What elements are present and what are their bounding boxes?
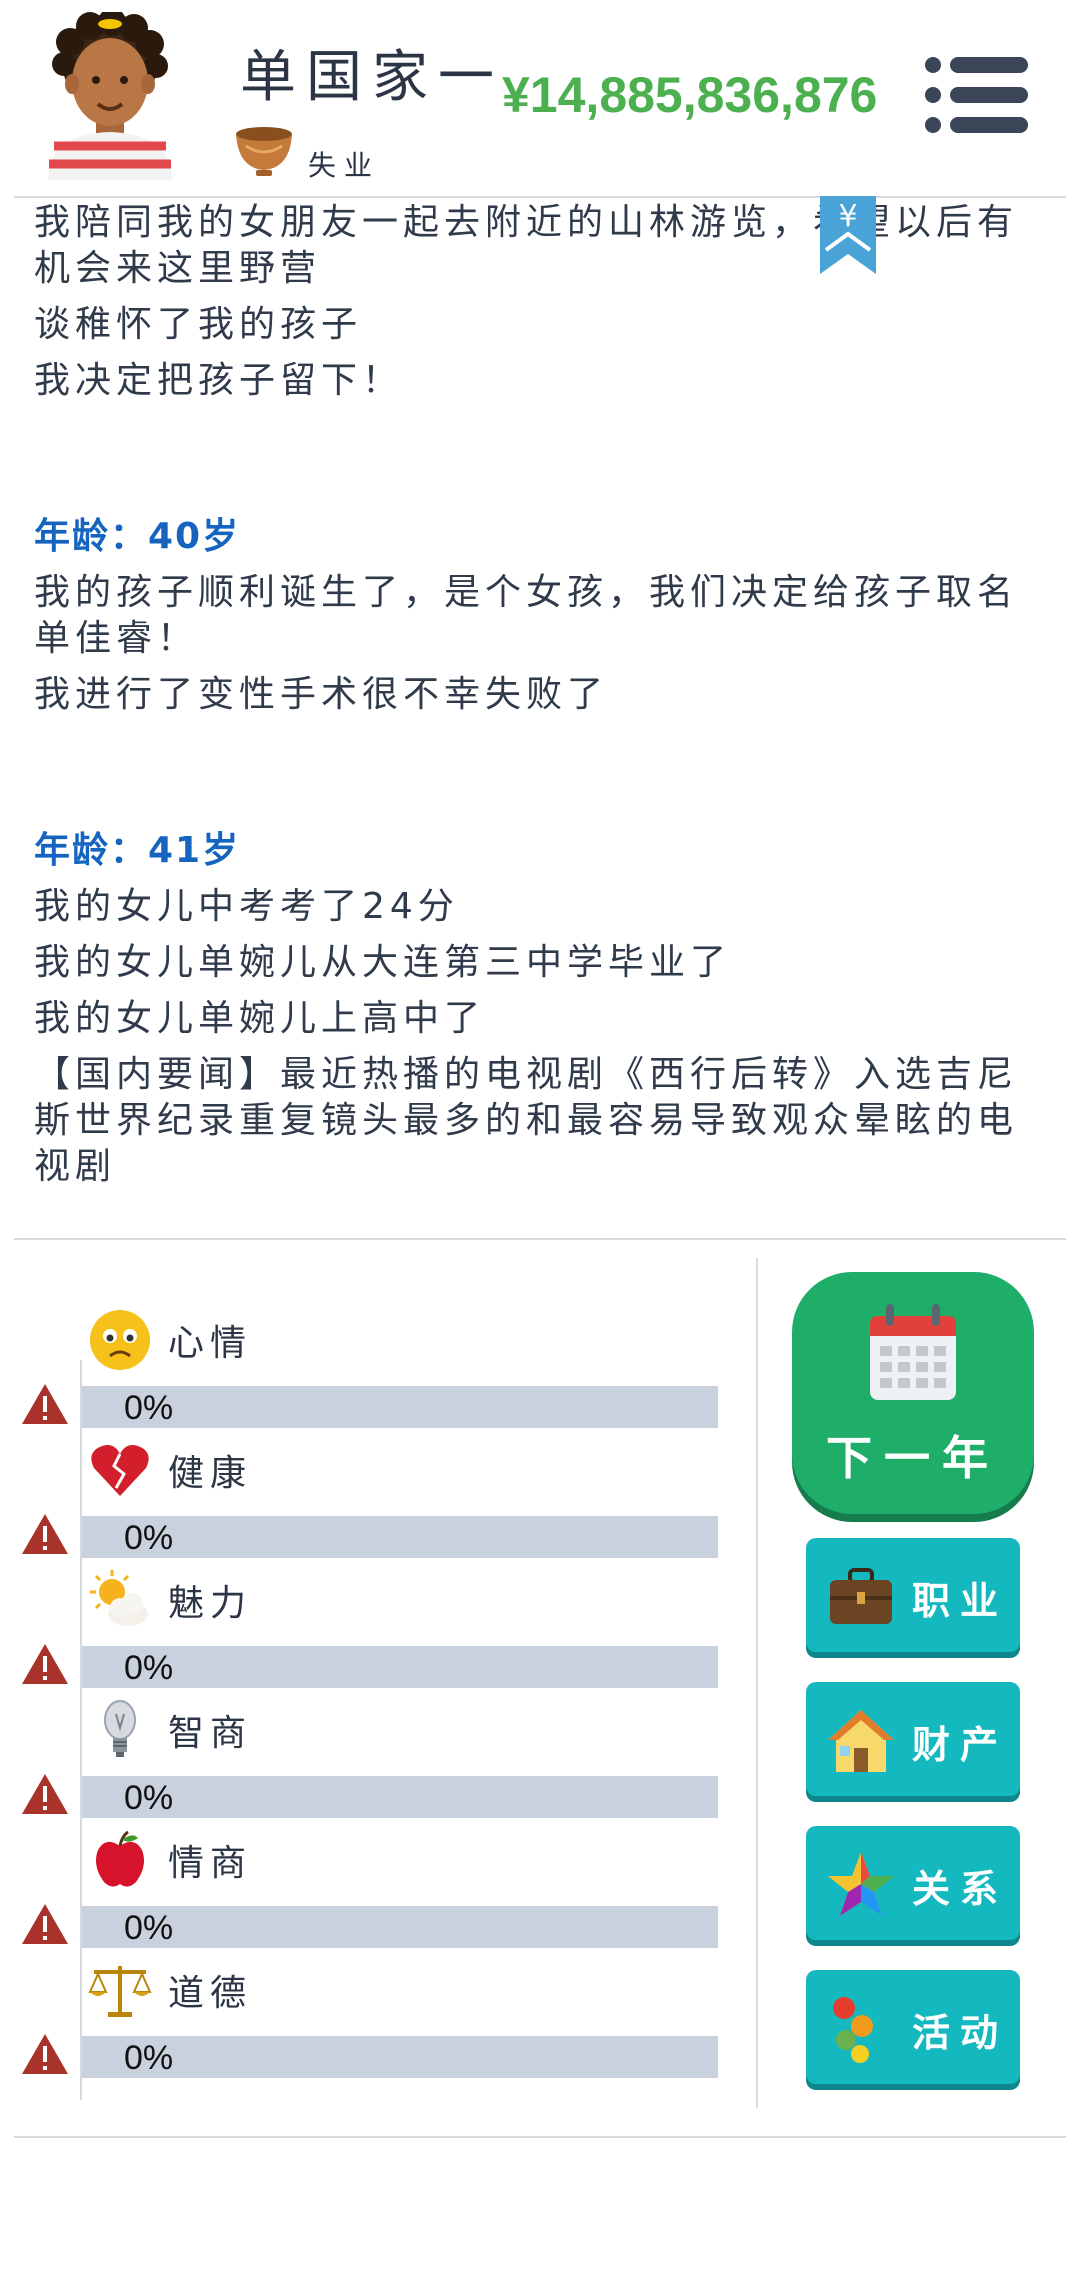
stat-label: 智商 [168, 1713, 253, 1754]
money-balance: ¥14,885,836,876 [502, 67, 878, 123]
log-entry: 我的女儿中考考了24分 [34, 886, 459, 927]
stats-panel: 心情 0% 健康 0% 魅力 0% 智商 0% 情商 0% 道德 0% [0, 1260, 750, 2100]
stat-bar [82, 1776, 718, 1818]
stat-label: 魅力 [168, 1583, 253, 1624]
stat-value: 0% [124, 1909, 174, 1947]
warning-icon [22, 1514, 68, 1554]
career-button[interactable]: 职业 [806, 1538, 1020, 1652]
age-heading: 年龄：40岁 [34, 516, 241, 557]
stat-value: 0% [124, 1779, 174, 1817]
warning-icon [22, 1774, 68, 1814]
stat-value: 0% [124, 1649, 174, 1687]
log-entry: 我决定把孩子留下！ [34, 360, 404, 401]
activities-button[interactable]: 活动 [806, 1970, 1020, 2084]
next-year-button[interactable]: 下一年 [792, 1272, 1034, 1514]
log-entry: 我进行了变性手术很不幸失败了 [34, 674, 609, 715]
stat-value: 0% [124, 1519, 174, 1557]
stat-label: 心情 [168, 1323, 253, 1364]
scales-icon [88, 1966, 152, 2017]
lightbulb-icon [104, 1700, 136, 1757]
life-event-log[interactable]: 我陪同我的女朋友一起去附近的山林游览，希望以后有机会来这里野营 谈稚怀了我的孩子… [34, 200, 1024, 1200]
relations-label: 关系 [912, 1867, 1009, 1911]
warning-icon [22, 1904, 68, 1944]
career-label: 职业 [912, 1579, 1009, 1623]
log-entry: 谈稚怀了我的孩子 [34, 304, 363, 345]
stat-charm: 魅力 0% [0, 1560, 740, 1690]
player-name: 单国家一 [240, 45, 504, 110]
sun-cloud-icon [90, 1570, 148, 1626]
property-button[interactable]: 财产 [806, 1682, 1020, 1796]
warning-icon [22, 1384, 68, 1424]
log-entry: 我的女儿单婉儿从大连第三中学毕业了 [34, 942, 732, 983]
stat-morality: 道德 0% [0, 1950, 740, 2080]
stat-value: 0% [124, 2039, 174, 2077]
stat-label: 情商 [168, 1843, 253, 1884]
stat-label: 健康 [168, 1453, 253, 1494]
stat-bar [82, 2036, 718, 2078]
next-year-label: 下一年 [826, 1431, 1000, 1485]
stat-bar [82, 1906, 718, 1948]
bowl-icon [236, 127, 292, 176]
calendar-icon [870, 1304, 956, 1400]
log-entry: 我的孩子顺利诞生了，是个女孩，我们决定给孩子取名单佳睿！ [34, 572, 1019, 659]
job-status: 失业 [308, 149, 381, 182]
star-icon [828, 1852, 894, 1916]
stat-iq: 智商 0% [0, 1690, 740, 1820]
sad-face-icon [90, 1310, 150, 1370]
bookmark-symbol: ¥ [838, 199, 857, 234]
header-divider [14, 196, 1066, 198]
relations-button[interactable]: 关系 [806, 1826, 1020, 1940]
stat-bar [82, 1516, 718, 1558]
panel-divider [756, 1258, 758, 2108]
warning-icon [22, 1644, 68, 1684]
header: 单国家一 失业 ¥14,885,836,876 [0, 0, 1080, 196]
section-divider [14, 1238, 1066, 1240]
stat-mood: 心情 0% [0, 1300, 740, 1430]
log-entry: 我的女儿单婉儿上高中了 [34, 998, 486, 1039]
stat-value: 0% [124, 1389, 174, 1427]
stat-bar [82, 1646, 718, 1688]
age-heading: 年龄：41岁 [34, 830, 241, 871]
menu-icon[interactable] [924, 56, 1030, 134]
briefcase-icon [830, 1568, 892, 1624]
bottom-divider [14, 2136, 1066, 2138]
avatar[interactable] [40, 12, 180, 180]
house-icon [828, 1710, 894, 1772]
activities-label: 活动 [912, 2011, 1009, 2055]
apple-icon [96, 1830, 144, 1887]
broken-heart-icon [91, 1445, 149, 1496]
stat-label: 道德 [168, 1973, 253, 2014]
stat-eq: 情商 0% [0, 1820, 740, 1950]
activity-dots-icon [833, 1997, 873, 2063]
warning-icon [22, 2034, 68, 2074]
property-label: 财产 [912, 1723, 1009, 1767]
stat-health: 健康 0% [0, 1430, 740, 1560]
bookmark-icon[interactable]: ¥ [820, 196, 876, 274]
log-entry: 【国内要闻】最近热播的电视剧《西行后转》入选吉尼斯世界纪录重复镜头最多的和最容易… [34, 1054, 1019, 1187]
stat-bar [82, 1386, 718, 1428]
